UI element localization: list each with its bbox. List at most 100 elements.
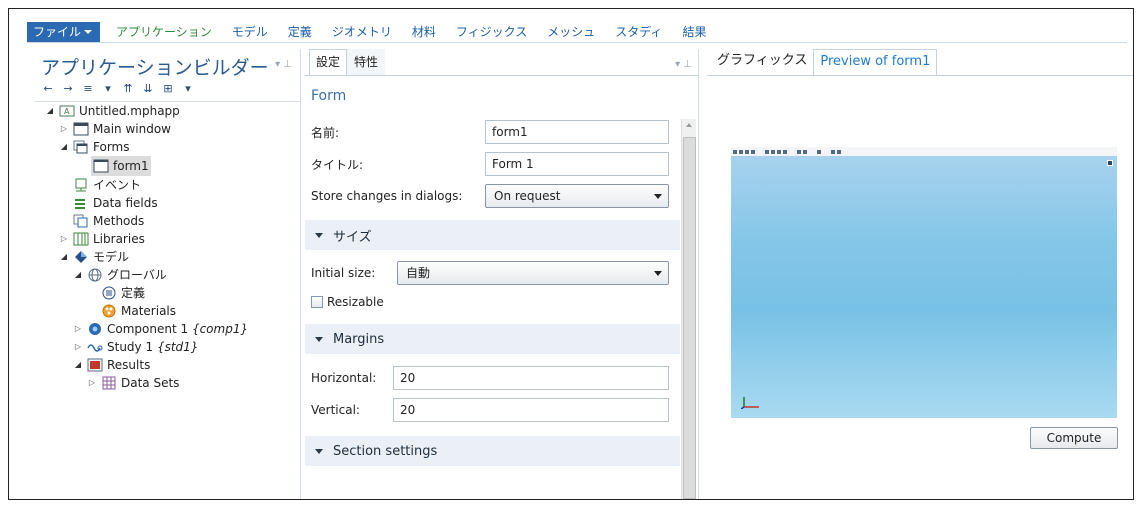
tree-item-methods[interactable]: Methods (73, 212, 144, 230)
compute-button[interactable]: Compute (1030, 427, 1118, 449)
pin-icon[interactable]: ▾ ⊥ (275, 59, 292, 70)
view-xy-icon[interactable] (765, 149, 769, 154)
zoom-extents-icon[interactable] (751, 149, 755, 154)
tree-item-component1[interactable]: ▷ Component 1 {comp1} (73, 320, 248, 338)
scroll-up-icon[interactable] (686, 123, 692, 127)
size-section-header[interactable]: サイズ (305, 220, 680, 250)
resizable-checkbox[interactable] (311, 296, 323, 308)
tab-study[interactable]: スタディ (605, 22, 672, 42)
panel-title: アプリケーションビルダー (41, 57, 269, 79)
tab-materials[interactable]: 材料 (402, 22, 446, 42)
tree-item-data-fields[interactable]: Data fields (73, 194, 158, 212)
tree-item-model[interactable]: ◢ モデル (59, 248, 129, 266)
tree-item-definitions[interactable]: 定義 (101, 284, 145, 302)
camera-icon[interactable] (817, 149, 821, 154)
tree-item-label: Study 1 (107, 340, 154, 354)
tab-results[interactable]: 結果 (672, 22, 716, 42)
window-icon (73, 122, 89, 136)
expand-all-icon[interactable]: ⇊ (141, 82, 155, 95)
graphics-canvas[interactable] (731, 147, 1117, 418)
size-section-label: サイズ (333, 229, 372, 245)
tree-item-label: Materials (121, 304, 177, 318)
scrollbar-thumb[interactable] (683, 137, 696, 499)
margins-section-header[interactable]: Margins (305, 324, 680, 354)
view-3d-icon[interactable] (783, 149, 787, 154)
expand-toggle-icon[interactable]: ◢ (59, 248, 69, 266)
app-file-icon: A (59, 104, 75, 118)
tree-item-main-window[interactable]: ▷ Main window (59, 120, 171, 138)
tab-model[interactable]: モデル (222, 22, 278, 42)
expand-graphics-icon[interactable] (1107, 160, 1113, 166)
tab-properties[interactable]: 特性 (347, 49, 386, 75)
tab-geometry[interactable]: ジオメトリ (322, 22, 402, 42)
settings-body: Form 名前: form1 タイトル: Form 1 Store change… (305, 75, 699, 499)
view-zx-icon[interactable] (777, 149, 781, 154)
expand-toggle-icon[interactable]: ◢ (45, 102, 55, 120)
resizable-label: Resizable (327, 295, 384, 309)
tree-item-root[interactable]: ◢ A Untitled.mphapp (45, 102, 180, 120)
collapse-all-icon[interactable]: ⇈ (121, 82, 135, 95)
name-field[interactable]: form1 (485, 120, 669, 144)
form-icon (93, 159, 109, 173)
tab-definitions[interactable]: 定義 (278, 22, 322, 42)
horizontal-margin-field[interactable]: 20 (393, 366, 669, 390)
expand-toggle-icon[interactable]: ◢ (73, 266, 83, 284)
wireframe-icon[interactable] (803, 149, 807, 154)
toolbar-separator (789, 150, 795, 154)
tree-item-events[interactable]: イベント (73, 176, 141, 194)
tab-settings[interactable]: 設定 (309, 49, 348, 75)
name-label: 名前: (311, 125, 340, 140)
forms-icon (73, 140, 89, 154)
expand-toggle-icon[interactable]: ▷ (87, 374, 97, 392)
zoom-box-icon[interactable] (745, 149, 749, 154)
tab-physics[interactable]: フィジックス (446, 22, 537, 42)
title-field[interactable]: Form 1 (485, 152, 669, 176)
image-snapshot-icon[interactable] (837, 149, 841, 154)
global-icon (87, 268, 103, 282)
axis-orientation-icon (741, 397, 759, 409)
expand-toggle-icon[interactable]: ◢ (73, 356, 83, 374)
tree-view-icon[interactable]: ⊞ (161, 82, 175, 95)
expand-toggle-icon[interactable]: ▷ (59, 230, 69, 248)
methods-icon (73, 214, 89, 228)
tree-item-data-sets[interactable]: ▷ Data Sets (87, 374, 180, 392)
arrow-back-icon[interactable]: ← (41, 82, 55, 95)
store-changes-select[interactable]: On request (485, 184, 669, 208)
tree-item-materials[interactable]: Materials (101, 302, 176, 320)
tab-application[interactable]: アプリケーション (106, 22, 222, 42)
tree-item-form1[interactable]: form1 (91, 156, 151, 176)
tab-mesh[interactable]: メッシュ (537, 22, 605, 42)
expand-toggle-icon[interactable]: ▷ (73, 320, 83, 338)
tree-item-study1[interactable]: ▷ Study 1 {std1} (73, 338, 199, 356)
expand-toggle-icon[interactable]: ▷ (59, 120, 69, 138)
zoom-out-icon[interactable] (739, 149, 743, 154)
store-changes-label: Store changes in dialogs: (311, 189, 463, 203)
settings-panel: 設定 特性 ▾ ⊥ Form 名前: form1 タイトル: Form 1 St… (305, 49, 699, 499)
tree-item-label: Methods (93, 214, 145, 228)
show-icon[interactable]: ≡ (81, 82, 95, 95)
expand-toggle-icon[interactable]: ◢ (59, 138, 69, 156)
initial-size-select[interactable]: 自動 (397, 261, 669, 285)
tab-preview-form1[interactable]: Preview of form1 (813, 49, 938, 75)
arrow-forward-icon[interactable]: → (61, 82, 75, 95)
print-icon[interactable] (831, 149, 835, 154)
pin-icon[interactable]: ▾ ⊥ (675, 59, 692, 70)
tree-item-forms[interactable]: ◢ Forms (59, 138, 130, 156)
view-yz-icon[interactable] (771, 149, 775, 154)
toolbar-separator (757, 150, 763, 154)
tree-item-libraries[interactable]: ▷ Libraries (59, 230, 145, 248)
settings-scrollbar[interactable] (681, 119, 696, 499)
file-menu-button[interactable]: ファイル (27, 21, 101, 42)
expand-toggle-icon[interactable]: ▷ (73, 338, 83, 356)
chevron-down-icon[interactable]: ▾ (101, 82, 115, 95)
tree-item-global[interactable]: ◢ グローバル (73, 266, 167, 284)
tab-graphics[interactable]: グラフィックス (711, 49, 813, 75)
resizable-option[interactable]: Resizable (311, 290, 384, 314)
chevron-down-icon (654, 271, 662, 276)
transparency-icon[interactable] (797, 149, 801, 154)
chevron-down-icon[interactable]: ▾ (181, 82, 195, 95)
zoom-in-icon[interactable] (733, 149, 737, 154)
section-settings-header[interactable]: Section settings (305, 436, 680, 466)
tree-item-results[interactable]: ◢ Results (73, 356, 150, 374)
vertical-margin-field[interactable]: 20 (393, 398, 669, 422)
